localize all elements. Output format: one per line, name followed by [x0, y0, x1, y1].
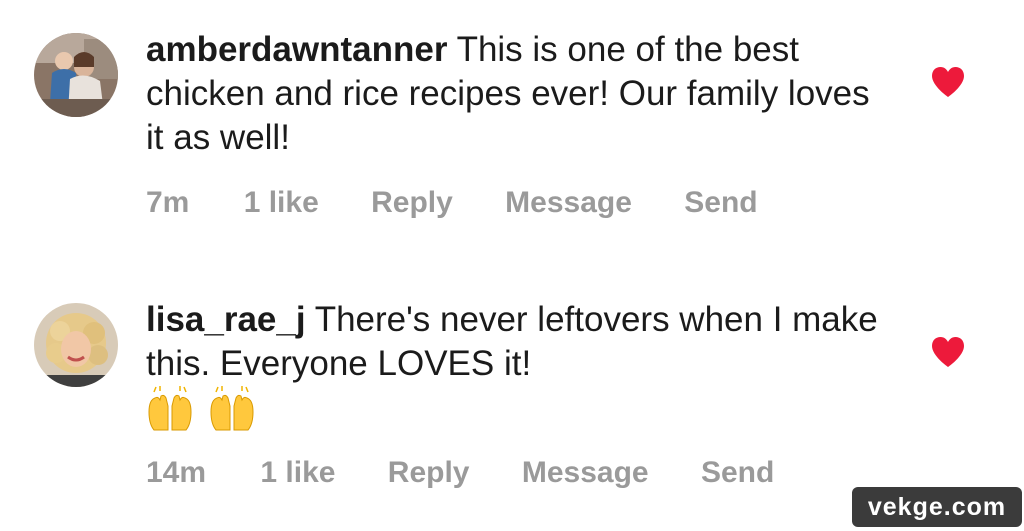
- like-count[interactable]: 1 like: [244, 186, 319, 220]
- comment-username[interactable]: lisa_rae_j: [146, 300, 306, 339]
- message-button[interactable]: Message: [505, 186, 632, 220]
- comment-timestamp: 7m: [146, 186, 190, 219]
- reply-button[interactable]: Reply: [371, 186, 453, 220]
- comment-text-block: lisa_rae_j There's never leftovers when …: [146, 298, 886, 438]
- comments-panel: amberdawntanner This is one of the best …: [0, 0, 1024, 531]
- send-button[interactable]: Send: [701, 456, 774, 490]
- reply-button[interactable]: Reply: [388, 456, 470, 490]
- comment-timestamp: 14m: [146, 456, 207, 489]
- avatar[interactable]: [34, 303, 118, 387]
- comment-text-block: amberdawntanner This is one of the best …: [146, 28, 886, 160]
- comment-actions: 7m 1 like Reply Message Send: [146, 186, 802, 220]
- send-button[interactable]: Send: [684, 186, 757, 220]
- raising-hands-emoji: [210, 386, 254, 431]
- comment-actions: 14m 1 like Reply Message Send: [146, 456, 818, 490]
- avatar[interactable]: [34, 33, 118, 117]
- emoji-row: [146, 386, 886, 438]
- raising-hands-emoji: [148, 386, 192, 431]
- message-button[interactable]: Message: [522, 456, 649, 490]
- watermark: vekge.com: [852, 487, 1022, 527]
- heart-icon[interactable]: [930, 336, 966, 368]
- like-count[interactable]: 1 like: [260, 456, 335, 490]
- comment-username[interactable]: amberdawntanner: [146, 30, 447, 69]
- heart-icon[interactable]: [930, 66, 966, 98]
